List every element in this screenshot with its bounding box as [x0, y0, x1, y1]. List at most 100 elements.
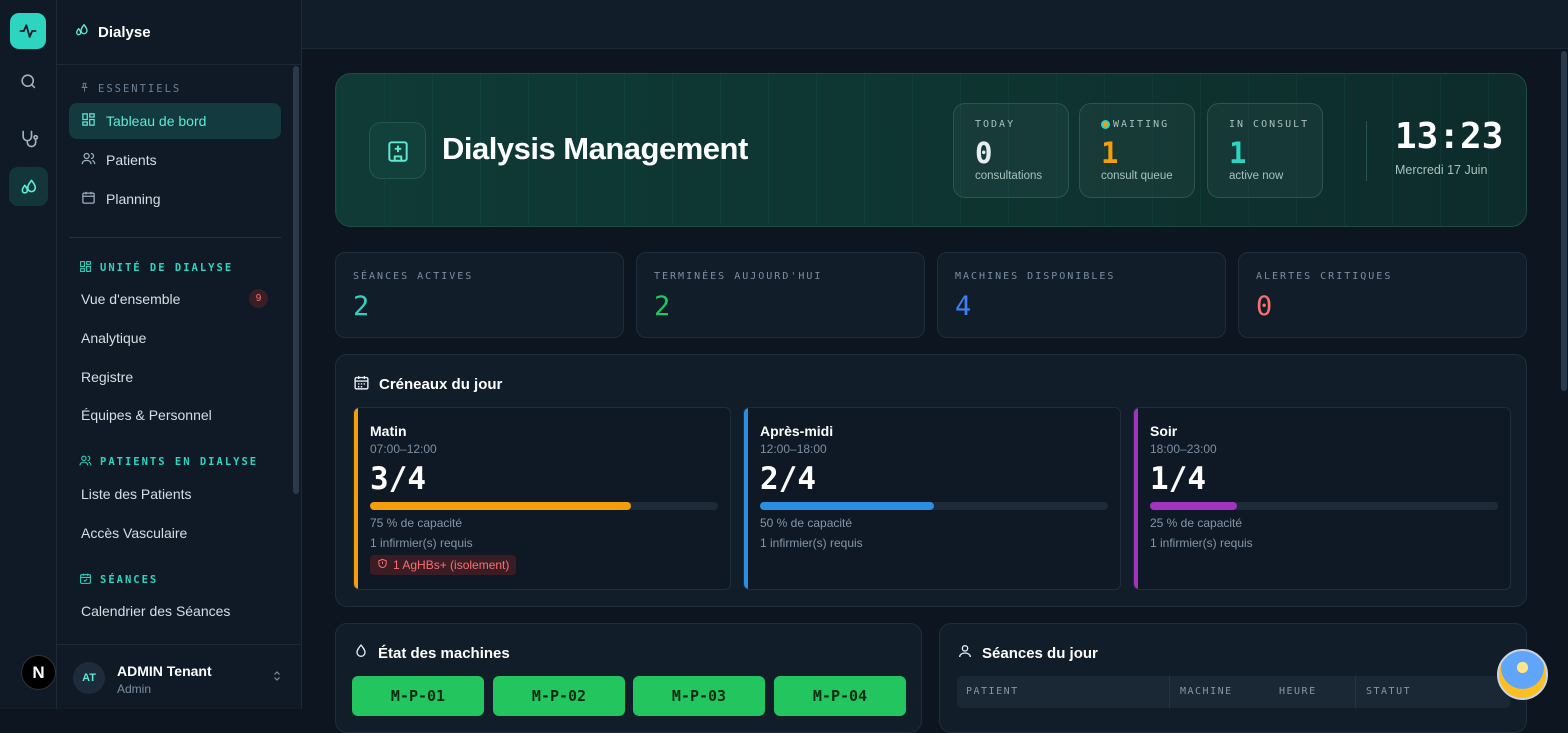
sidebar-divider — [69, 237, 281, 238]
machine-tile[interactable]: M-P-02 — [493, 676, 625, 716]
panel-title: Créneaux du jour — [353, 374, 502, 395]
slot-name: Matin — [370, 423, 407, 439]
user-icon — [957, 643, 973, 663]
sidebar-item-label: Patients — [106, 152, 157, 168]
sidebar-item-label: Tableau de bord — [106, 113, 207, 129]
slot-count: 1/4 — [1150, 461, 1206, 497]
section-unite-de-dialyse: UNITÉ DE DIALYSE — [79, 260, 233, 276]
stethoscope-icon[interactable] — [9, 119, 48, 158]
page-title: Dialysis Management — [442, 131, 748, 166]
slot-accent — [1134, 408, 1138, 589]
droplet-icon — [353, 643, 369, 663]
table-header: PATIENT MACHINE HEURE STATUT — [957, 676, 1510, 708]
capacity-bar-fill — [370, 502, 631, 510]
sidebar-item-tableau-de-bord[interactable]: Tableau de bord — [69, 103, 281, 139]
column-header-statut[interactable]: STATUT — [1366, 686, 1411, 697]
slot-name: Après-midi — [760, 423, 834, 439]
slot-time: 18:00–23:00 — [1150, 442, 1217, 456]
stat-label: TODAY — [975, 119, 1016, 130]
droplets-icon[interactable] — [9, 167, 48, 206]
user-menu[interactable]: AT ADMIN Tenant Admin — [57, 644, 302, 709]
stat-waiting: WAITING 1 consult queue — [1079, 103, 1195, 198]
kpi-alertes-critiques: ALERTES CRITIQUES 0 — [1238, 252, 1527, 338]
panel-title: Séances du jour — [957, 643, 1098, 663]
seances-panel: Séances du jour PATIENT MACHINE HEURE ST… — [939, 623, 1527, 733]
section-label: PATIENTS EN DIALYSE — [100, 456, 259, 468]
stat-value: 1 — [1101, 136, 1119, 170]
column-header-heure[interactable]: HEURE — [1279, 686, 1317, 697]
sidebar-item-analytique[interactable]: Analytique — [81, 330, 146, 346]
stat-sub: active now — [1229, 170, 1284, 182]
kpi-label: TERMINÉES AUJOURD'HUI — [654, 271, 823, 282]
sidebar-item-acces-vasculaire[interactable]: Accès Vasculaire — [81, 525, 187, 541]
calendar-icon — [81, 190, 96, 208]
slot-nurses: 1 infirmier(s) requis — [760, 536, 863, 550]
column-divider — [1355, 676, 1356, 708]
slot-nurses: 1 infirmier(s) requis — [1150, 536, 1253, 550]
assistant-avatar-button[interactable] — [1497, 649, 1548, 700]
machine-tile[interactable]: M-P-03 — [633, 676, 765, 716]
sidebar-scrollbar[interactable] — [293, 66, 299, 494]
top-bar — [302, 0, 1568, 49]
sidebar: Dialyse ESSENTIELS Tableau de bord Patie… — [57, 0, 302, 709]
section-seances: SÉANCES — [79, 572, 158, 588]
section-label: SÉANCES — [100, 574, 159, 586]
sidebar-item-liste-des-patients[interactable]: Liste des Patients — [81, 486, 192, 502]
kpi-machines-disponibles: MACHINES DISPONIBLES 4 — [937, 252, 1226, 338]
stat-label-row: WAITING — [1101, 119, 1169, 130]
column-header-machine[interactable]: MACHINE — [1180, 686, 1233, 697]
sidebar-item-planning[interactable]: Planning — [69, 181, 281, 217]
icon-rail: N — [0, 0, 57, 709]
slot-name: Soir — [1150, 423, 1178, 439]
dev-badge[interactable]: N — [21, 655, 56, 690]
scrollbar-thumb[interactable] — [1561, 51, 1567, 391]
capacity-bar-fill — [1150, 502, 1237, 510]
kpi-value: 4 — [955, 291, 972, 322]
sidebar-item-patients[interactable]: Patients — [69, 142, 281, 178]
sidebar-item-label: Planning — [106, 191, 161, 207]
chevrons-up-down-icon[interactable] — [271, 669, 283, 688]
machine-tile[interactable]: M-P-04 — [774, 676, 906, 716]
shield-alert-icon — [377, 558, 388, 572]
user-name: ADMIN Tenant — [117, 663, 212, 679]
slot-card-soir[interactable]: Soir 18:00–23:00 1/4 25 % de capacité 1 … — [1133, 407, 1511, 590]
slot-count: 2/4 — [760, 461, 816, 497]
sidebar-item-equipes-personnel[interactable]: Équipes & Personnel — [81, 407, 212, 423]
kpi-label: SÉANCES ACTIVES — [353, 271, 474, 282]
clock-date: Mercredi 17 Juin — [1395, 163, 1488, 177]
column-divider — [1169, 676, 1170, 708]
machine-tile[interactable]: M-P-01 — [352, 676, 484, 716]
avatar: AT — [73, 662, 105, 694]
search-icon[interactable] — [9, 62, 48, 101]
pin-icon — [79, 82, 90, 96]
kpi-value: 0 — [1256, 291, 1273, 322]
notification-badge: 9 — [249, 289, 268, 308]
sidebar-item-vue-densemble[interactable]: Vue d'ensemble — [81, 291, 180, 307]
slot-nurses: 1 infirmier(s) requis — [370, 536, 473, 550]
capacity-bar — [1150, 502, 1498, 510]
stat-today: TODAY 0 consultations — [953, 103, 1069, 198]
section-essentiels: ESSENTIELS — [79, 82, 181, 96]
slot-card-apres-midi[interactable]: Après-midi 12:00–18:00 2/4 50 % de capac… — [743, 407, 1121, 590]
waiting-dot-icon — [1101, 120, 1110, 129]
panel-title-text: Créneaux du jour — [379, 376, 503, 393]
pulse-logo-icon[interactable] — [10, 13, 46, 49]
column-header-patient[interactable]: PATIENT — [966, 686, 1019, 697]
grid-icon — [79, 260, 92, 276]
app-title: Dialyse — [98, 23, 151, 41]
section-label: UNITÉ DE DIALYSE — [100, 262, 234, 274]
users-icon — [79, 454, 92, 470]
main-scrollbar[interactable] — [1560, 49, 1568, 709]
stat-value: 0 — [975, 136, 993, 170]
panel-title-text: État des machines — [378, 644, 510, 662]
slot-capacity: 25 % de capacité — [1150, 516, 1243, 530]
slot-capacity: 75 % de capacité — [370, 516, 463, 530]
sidebar-item-calendrier-des-seances[interactable]: Calendrier des Séances — [81, 603, 230, 619]
kpi-label: ALERTES CRITIQUES — [1256, 271, 1393, 282]
slot-capacity: 50 % de capacité — [760, 516, 853, 530]
stat-in-consult: IN CONSULT 1 active now — [1207, 103, 1323, 198]
slot-card-matin[interactable]: Matin 07:00–12:00 3/4 75 % de capacité 1… — [353, 407, 731, 590]
section-label: ESSENTIELS — [98, 83, 182, 95]
stat-sub: consult queue — [1101, 170, 1173, 182]
sidebar-item-registre[interactable]: Registre — [81, 369, 133, 385]
